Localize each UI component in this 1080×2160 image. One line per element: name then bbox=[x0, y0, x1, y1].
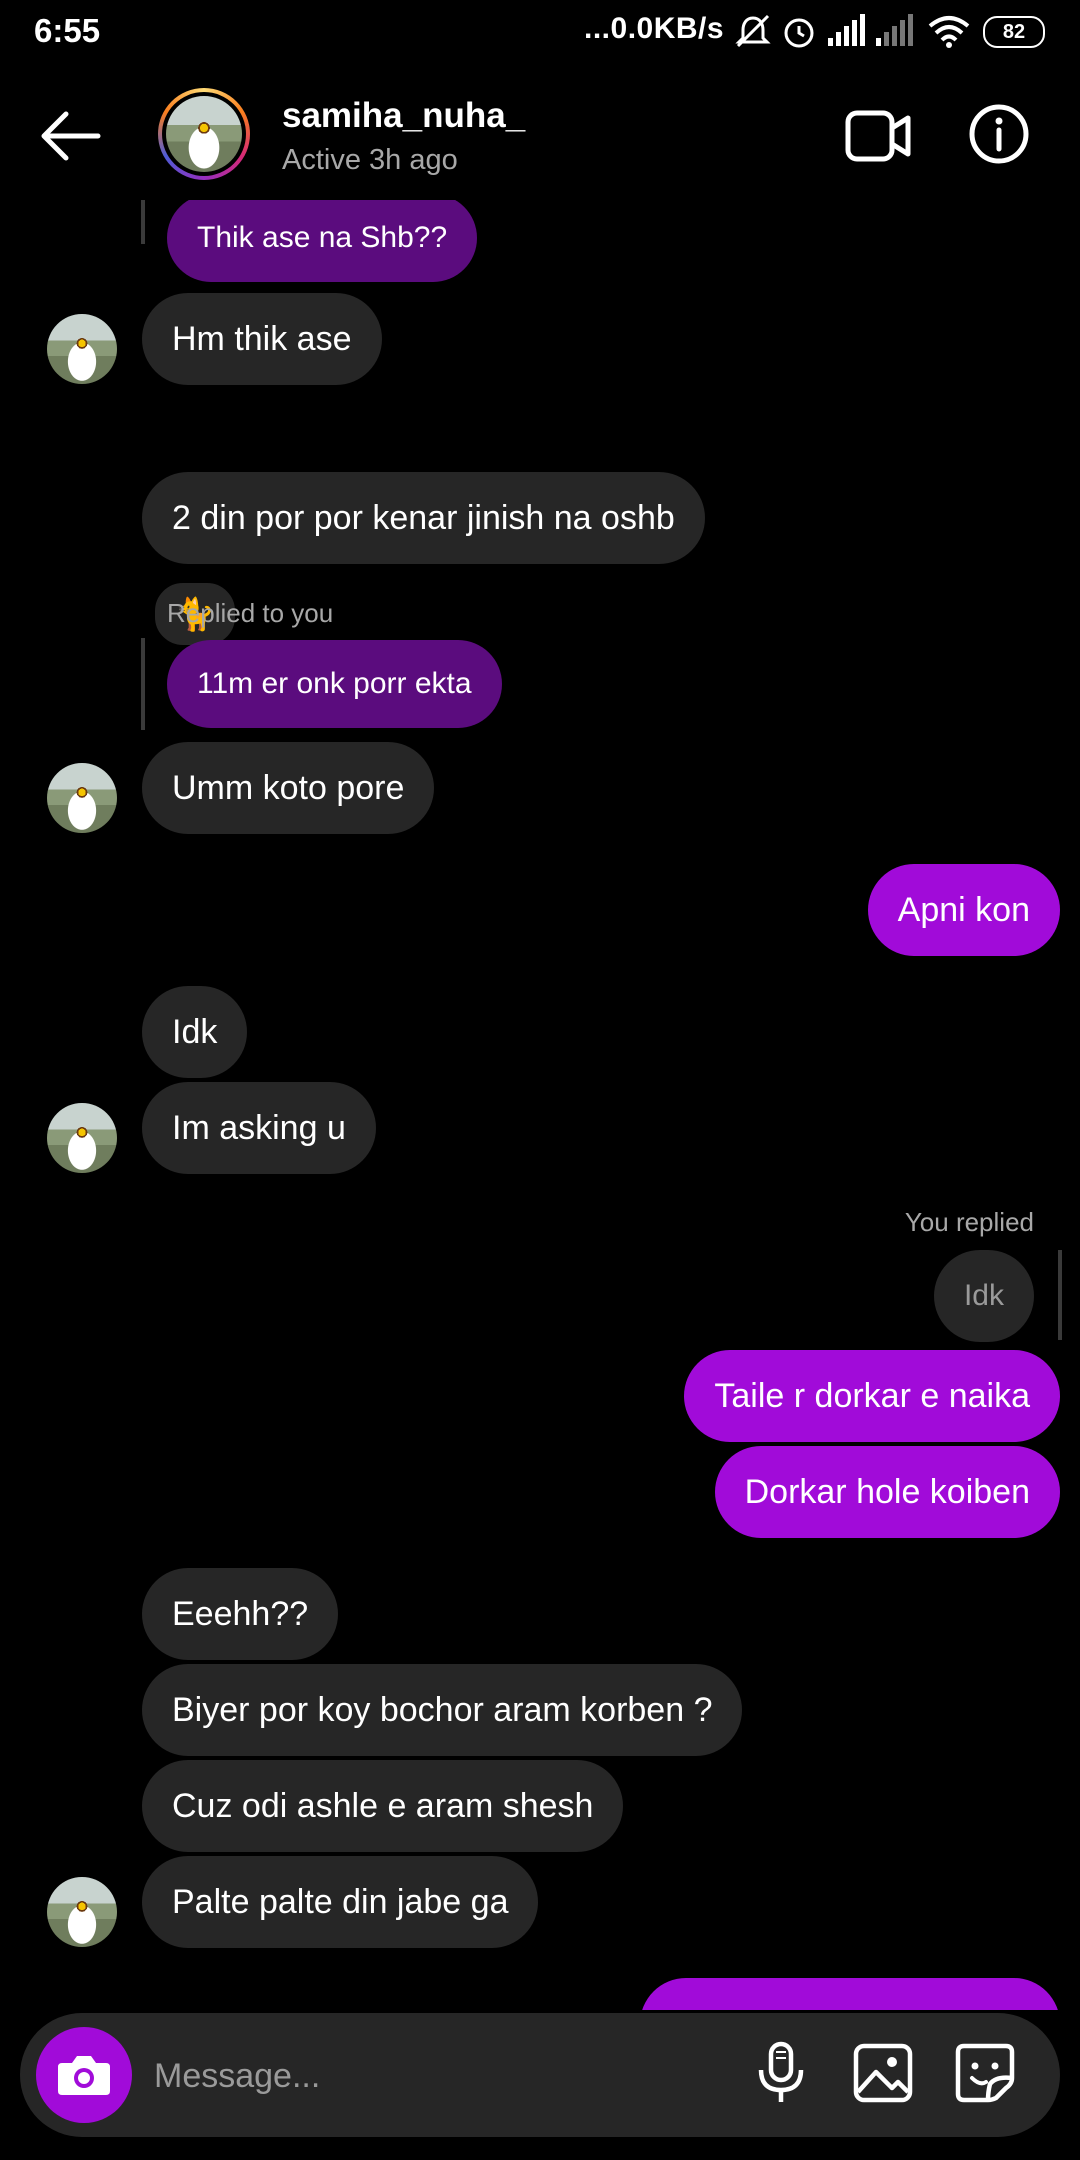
mute-bell-icon bbox=[735, 14, 771, 48]
message-bubble-in[interactable]: Biyer por koy bochor aram korben ? bbox=[142, 1664, 743, 1756]
reply-label: Replied to you bbox=[167, 598, 334, 628]
microphone-icon[interactable] bbox=[746, 2038, 816, 2108]
sender-avatar[interactable] bbox=[47, 314, 117, 384]
alarm-icon bbox=[784, 18, 814, 48]
camera-icon bbox=[58, 2056, 110, 2095]
message-bubble-in[interactable]: 2 din por por kenar jinish na oshb bbox=[142, 472, 705, 564]
signal-icon bbox=[828, 14, 865, 46]
info-icon[interactable] bbox=[968, 103, 1030, 165]
message-bubble-out[interactable]: Taile r dorkar e naika bbox=[684, 1350, 1060, 1442]
camera-button[interactable] bbox=[36, 2027, 132, 2123]
reply-label: You replied bbox=[904, 1207, 1034, 1237]
wifi-icon bbox=[928, 16, 970, 48]
message-bubble-in[interactable]: Im asking u bbox=[142, 1082, 376, 1174]
chat-username[interactable]: samiha_nuha_ bbox=[282, 96, 525, 136]
quoted-message[interactable]: 11m er onk porr ekta bbox=[167, 640, 502, 728]
message-bubble-out[interactable]: Apni kon bbox=[867, 864, 1060, 956]
active-status: Active 3h ago bbox=[282, 144, 458, 176]
message-bubble-out[interactable] bbox=[640, 1978, 1060, 2010]
video-call-icon[interactable] bbox=[845, 108, 911, 164]
status-time: 6:55 bbox=[34, 12, 101, 49]
gallery-icon[interactable] bbox=[848, 2038, 918, 2108]
back-arrow-icon[interactable] bbox=[36, 106, 106, 166]
quoted-message[interactable]: Thik ase na Shb?? bbox=[167, 200, 478, 282]
network-speed: ...0.0KB/s bbox=[584, 12, 725, 45]
message-bubble-in[interactable]: Cuz odi ashle e aram shesh bbox=[142, 1760, 624, 1852]
sticker-icon[interactable] bbox=[950, 2038, 1020, 2108]
message-input[interactable] bbox=[152, 2042, 716, 2110]
message-bubble-in[interactable]: Umm koto pore bbox=[142, 742, 435, 834]
message-thread[interactable]: Thik ase na Shb?? Hm thik ase 🐈 2 din po… bbox=[0, 200, 1080, 2010]
sender-avatar[interactable] bbox=[47, 763, 117, 833]
status-bar: 6:55 ...0.0KB/s 82 bbox=[0, 0, 1080, 64]
message-bubble-in[interactable]: Palte palte din jabe ga bbox=[142, 1856, 539, 1948]
message-bubble-in[interactable]: Hm thik ase bbox=[142, 293, 382, 385]
sender-avatar[interactable] bbox=[47, 1877, 117, 1947]
message-bubble-in[interactable]: Idk bbox=[142, 986, 248, 1078]
battery-indicator: 82 bbox=[983, 16, 1045, 48]
message-bubble-in[interactable]: Eeehh?? bbox=[142, 1568, 339, 1660]
signal-weak-icon bbox=[876, 14, 913, 46]
profile-avatar[interactable] bbox=[158, 88, 250, 180]
quoted-message[interactable]: Idk bbox=[933, 1250, 1034, 1342]
message-bubble-out[interactable]: Dorkar hole koiben bbox=[714, 1446, 1060, 1538]
sender-avatar[interactable] bbox=[47, 1103, 117, 1173]
